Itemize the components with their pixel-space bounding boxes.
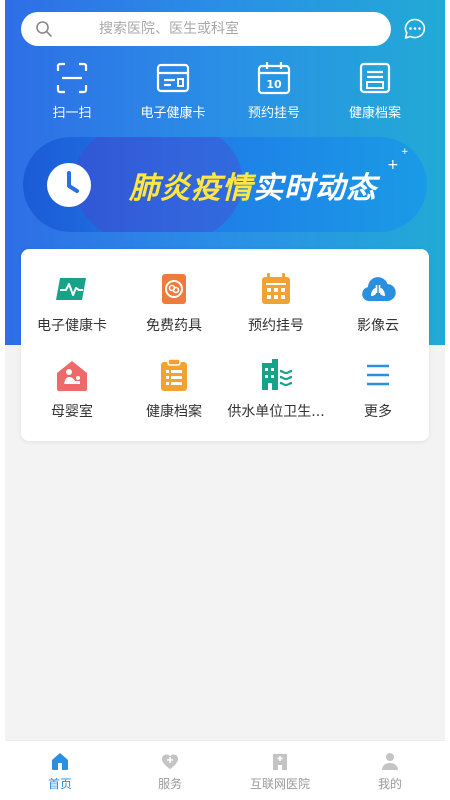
mother-baby-room-icon (57, 361, 87, 391)
calendar-icon: 10 (257, 62, 291, 95)
service-health-card[interactable]: 电子健康卡 (21, 271, 123, 351)
quick-actions: 扫一扫 电子健康卡 10 预约挂号 健康档案 (5, 60, 445, 130)
quick-action-health-card[interactable]: 电子健康卡 (123, 60, 223, 130)
quick-action-label: 健康档案 (348, 106, 401, 121)
tab-label: 互联网医院 (249, 777, 310, 791)
home-icon (52, 753, 68, 770)
tab-services[interactable]: 服务 (115, 741, 225, 800)
quick-action-health-record[interactable]: 健康档案 (325, 60, 425, 130)
service-label: 健康档案 (146, 404, 202, 420)
tab-label: 首页 (47, 777, 72, 791)
service-imaging-cloud[interactable]: 影像云 (327, 271, 429, 351)
service-appointment[interactable]: 预约挂号 (225, 271, 327, 351)
service-health-record[interactable]: 健康档案 (123, 357, 225, 437)
sparkle-icon: + (401, 147, 409, 157)
app-screen: 扫一扫 电子健康卡 10 (5, 0, 445, 800)
search-input[interactable] (99, 12, 379, 46)
cloud-lungs-icon (362, 277, 396, 302)
tab-label: 服务 (157, 777, 182, 791)
user-icon (382, 753, 398, 770)
banner-title-rest: 实时动态 (253, 171, 377, 206)
service-label: 电子健康卡 (37, 318, 107, 334)
service-label: 供水单位卫生... (227, 404, 325, 420)
banner-title: 肺炎疫情实时动态 (129, 163, 377, 207)
banner-title-highlight: 肺炎疫情 (129, 171, 253, 206)
service-label: 影像云 (357, 318, 399, 334)
tab-internet-hospital[interactable]: 互联网医院 (225, 741, 335, 800)
tab-profile[interactable]: 我的 (335, 741, 445, 800)
service-nursing-room[interactable]: 母婴室 (21, 357, 123, 437)
message-icon[interactable] (403, 17, 427, 41)
building-icon (262, 359, 293, 390)
card-icon (156, 63, 190, 93)
clock-icon (47, 163, 91, 207)
service-label: 免费药具 (146, 318, 202, 334)
calendar-icon (262, 273, 290, 304)
tab-label: 我的 (377, 777, 402, 791)
quick-action-label: 预约挂号 (247, 106, 300, 121)
quick-action-label: 扫一扫 (52, 106, 92, 121)
service-label: 更多 (364, 404, 392, 420)
service-label: 母婴室 (51, 404, 93, 420)
service-grid: 电子健康卡 免费药具 预约挂号 影像云 母婴室 健康档案 供水单位卫生... 更… (21, 249, 429, 441)
quick-action-appointment[interactable]: 10 预约挂号 (224, 60, 324, 130)
svg-text:10: 10 (266, 78, 282, 91)
folder-icon (359, 62, 391, 94)
medicine-box-icon (162, 274, 186, 304)
service-label: 预约挂号 (248, 318, 304, 334)
service-water-supply-hygiene[interactable]: 供水单位卫生... (225, 357, 327, 437)
quick-action-scan[interactable]: 扫一扫 (22, 60, 122, 130)
epidemic-banner[interactable]: 肺炎疫情实时动态 + + (23, 137, 427, 232)
service-more[interactable]: 更多 (327, 357, 429, 437)
health-card-icon (56, 278, 86, 300)
service-free-medicine[interactable]: 免费药具 (123, 271, 225, 351)
clipboard-icon (161, 358, 187, 391)
search-icon (36, 21, 52, 37)
tab-home[interactable]: 首页 (5, 741, 115, 800)
quick-action-label: 电子健康卡 (140, 106, 206, 121)
scan-icon (56, 62, 88, 94)
hospital-icon (273, 754, 287, 770)
menu-icon (367, 364, 389, 386)
sparkle-icon: + (387, 157, 399, 173)
heart-icon (162, 754, 178, 769)
bottom-tab-bar: 首页 服务 互联网医院 我的 (5, 740, 445, 800)
search-bar[interactable] (21, 12, 391, 46)
